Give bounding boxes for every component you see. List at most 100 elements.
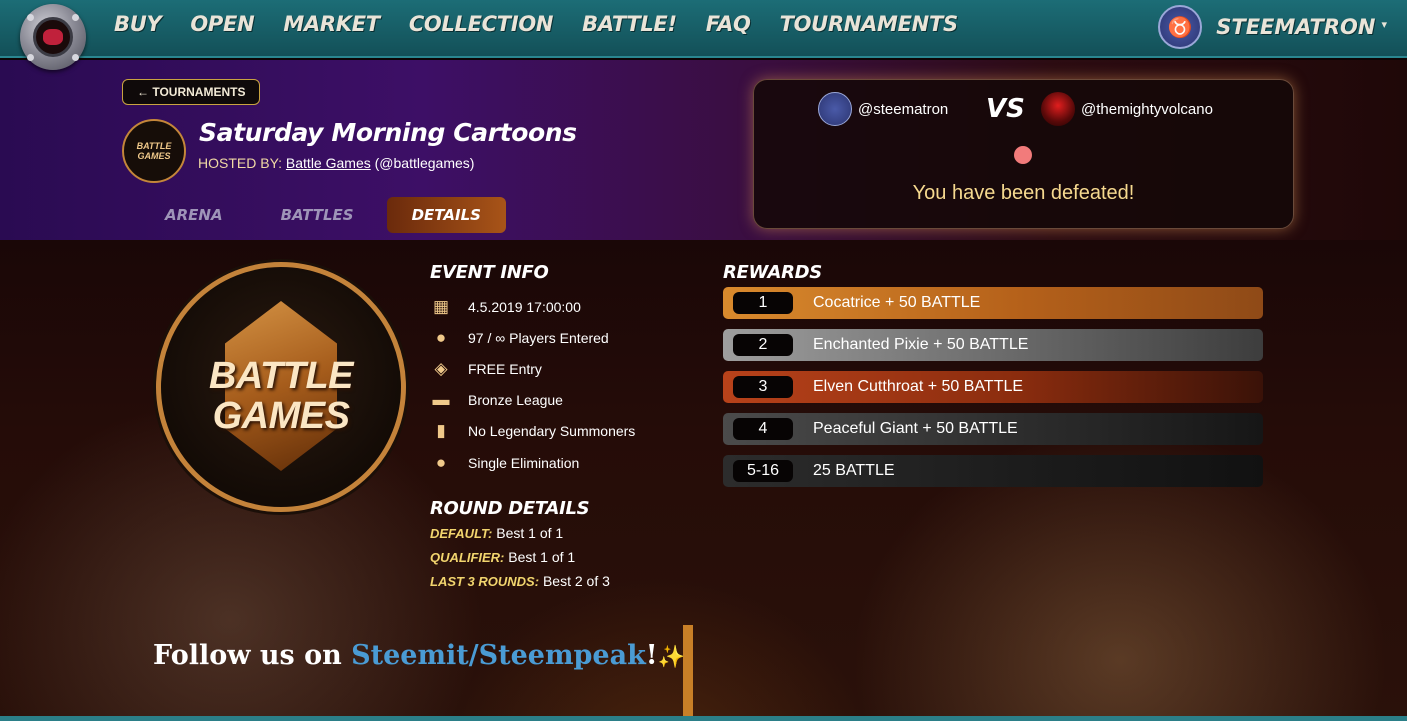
reward-row: 1 Cocatrice + 50 BATTLE xyxy=(723,287,1263,319)
back-label: TOURNAMENTS xyxy=(152,85,246,99)
steemit-link[interactable]: Steemit/Steempeak xyxy=(351,640,646,671)
reward-place: 5-16 xyxy=(733,460,793,482)
round-label: QUALIFIER: xyxy=(430,550,505,565)
player-1[interactable]: @steematron xyxy=(818,92,948,126)
reward-place: 3 xyxy=(733,376,793,398)
list-item: ▬ Bronze League xyxy=(430,385,635,416)
player-2-avatar xyxy=(1041,92,1075,126)
event-info-heading: EVENT INFO xyxy=(430,262,549,283)
tab-details[interactable]: DETAILS xyxy=(386,197,506,233)
reward-place: 2 xyxy=(733,334,793,356)
battle-result-text: You have been defeated! xyxy=(912,182,1135,204)
list-item: DEFAULT: Best 1 of 1 xyxy=(430,525,610,549)
list-item: ◈ FREE Entry xyxy=(430,353,635,384)
reward-prize: 25 BATTLE xyxy=(813,462,895,479)
bolt-icon xyxy=(27,14,34,21)
round-value: Best 1 of 1 xyxy=(492,525,564,541)
player-1-avatar xyxy=(818,92,852,126)
players-entered: 97 / ∞ Players Entered xyxy=(468,329,609,346)
sparkles-icon: ✨ xyxy=(657,644,686,670)
player-icon: ● xyxy=(435,327,447,347)
round-details-heading: ROUND DETAILS xyxy=(430,498,590,519)
host-logo-line2: GAMES xyxy=(137,151,171,161)
logo-line2: GAMES xyxy=(212,395,350,437)
back-to-tournaments-button[interactable]: ← TOURNAMENTS xyxy=(122,79,261,105)
host-handle: (@battlegames) xyxy=(374,155,475,171)
reward-row: 3 Elven Cutthroat + 50 BATTLE xyxy=(723,371,1263,403)
follow-us-text: Follow us on Steemit/Steempeak!✨ xyxy=(153,640,685,671)
host-logo-line1: BATTLE xyxy=(136,141,172,151)
reward-prize: Enchanted Pixie + 50 BATTLE xyxy=(813,336,1029,353)
divider xyxy=(683,625,693,721)
rewards-list: 1 Cocatrice + 50 BATTLE 2 Enchanted Pixi… xyxy=(723,287,1263,497)
nav-item-collection[interactable]: COLLECTION xyxy=(409,12,554,36)
reward-prize: Peaceful Giant + 50 BATTLE xyxy=(813,420,1018,437)
vs-label: VS xyxy=(986,94,1025,124)
chevron-down-icon: ▾ xyxy=(1381,18,1387,31)
hosted-prefix: HOSTED BY: xyxy=(198,155,283,171)
status-dot xyxy=(1014,146,1032,164)
reward-row: 2 Enchanted Pixie + 50 BATTLE xyxy=(723,329,1263,361)
player-2-name: @themightyvolcano xyxy=(1081,100,1213,118)
user-avatar: ♉ xyxy=(1158,5,1203,49)
round-label: DEFAULT: xyxy=(430,526,493,541)
reward-row: 5-16 25 BATTLE xyxy=(723,455,1263,487)
tournament-title: Saturday Morning Cartoons xyxy=(199,118,577,147)
reward-place: 4 xyxy=(733,418,793,440)
bottom-border xyxy=(0,716,1407,721)
nav-item-faq[interactable]: FAQ xyxy=(706,12,751,36)
list-item: LAST 3 ROUNDS: Best 2 of 3 xyxy=(430,573,610,597)
list-item: ● 97 / ∞ Players Entered xyxy=(430,322,635,353)
nav-item-open[interactable]: OPEN xyxy=(190,12,254,36)
reward-prize: Cocatrice + 50 BATTLE xyxy=(813,294,981,311)
round-value: Best 2 of 3 xyxy=(539,573,610,589)
tab-arena[interactable]: ARENA xyxy=(140,197,248,233)
round-value: Best 1 of 1 xyxy=(504,549,576,565)
player-1-name: @steematron xyxy=(858,100,949,118)
site-logo[interactable] xyxy=(20,4,86,70)
bolt-icon xyxy=(72,14,79,21)
league-icon: ▬ xyxy=(432,390,450,410)
list-item: ● Single Elimination xyxy=(430,447,635,478)
bolt-icon xyxy=(27,54,34,61)
entry-fee: FREE Entry xyxy=(468,360,542,377)
list-item: ▮ No Legendary Summoners xyxy=(430,416,635,447)
reward-row: 4 Peaceful Giant + 50 BATTLE xyxy=(723,413,1263,445)
round-details-list: DEFAULT: Best 1 of 1 QUALIFIER: Best 1 o… xyxy=(430,525,610,597)
league: Bronze League xyxy=(468,392,563,409)
nav-item-battle[interactable]: BATTLE! xyxy=(582,12,677,36)
list-item: QUALIFIER: Best 1 of 1 xyxy=(430,549,610,573)
bolt-icon xyxy=(72,54,79,61)
tab-battles[interactable]: BATTLES xyxy=(256,197,379,233)
ticket-icon: ◈ xyxy=(434,358,448,378)
nav-item-buy[interactable]: BUY xyxy=(114,12,162,36)
reward-place: 1 xyxy=(733,292,793,314)
round-label: LAST 3 ROUNDS: xyxy=(430,574,540,589)
cards-icon: ▮ xyxy=(436,421,446,441)
calendar-icon: ▦ xyxy=(432,296,450,316)
hosted-by: HOSTED BY: Battle Games (@battlegames) xyxy=(198,155,474,171)
summoner-rule: No Legendary Summoners xyxy=(468,423,636,440)
battle-result-panel: @steematron VS @themightyvolcano You hav… xyxy=(753,79,1294,229)
elimination-icon: ● xyxy=(435,452,447,472)
tournament-tabs: ARENA BATTLES DETAILS xyxy=(140,197,514,233)
format: Single Elimination xyxy=(468,454,580,471)
player-2[interactable]: @themightyvolcano xyxy=(1041,92,1213,126)
list-item: ▦ 4.5.2019 17:00:00 xyxy=(430,291,635,322)
follow-suffix: ! xyxy=(645,640,658,671)
user-menu[interactable]: ♉ STEEMATRON ▾ xyxy=(1158,5,1387,49)
logo-line1: BATTLE xyxy=(208,355,354,397)
battle-games-logo: BATTLE GAMES xyxy=(156,262,406,512)
nav-item-tournaments[interactable]: TOURNAMENTS xyxy=(780,12,959,36)
host-link[interactable]: Battle Games xyxy=(286,155,371,171)
arrow-left-icon: ← xyxy=(137,85,149,99)
event-info-list: ▦ 4.5.2019 17:00:00 ● 97 / ∞ Players Ent… xyxy=(430,291,636,478)
follow-prefix: Follow us on xyxy=(153,640,352,671)
user-name: STEEMATRON xyxy=(1216,15,1376,39)
reward-prize: Elven Cutthroat + 50 BATTLE xyxy=(813,378,1024,395)
monster-mouth-icon xyxy=(33,17,73,57)
rewards-heading: REWARDS xyxy=(723,262,822,283)
event-date: 4.5.2019 17:00:00 xyxy=(468,298,581,315)
bull-icon: ♉ xyxy=(1167,17,1193,39)
nav-item-market[interactable]: MARKET xyxy=(283,12,380,36)
